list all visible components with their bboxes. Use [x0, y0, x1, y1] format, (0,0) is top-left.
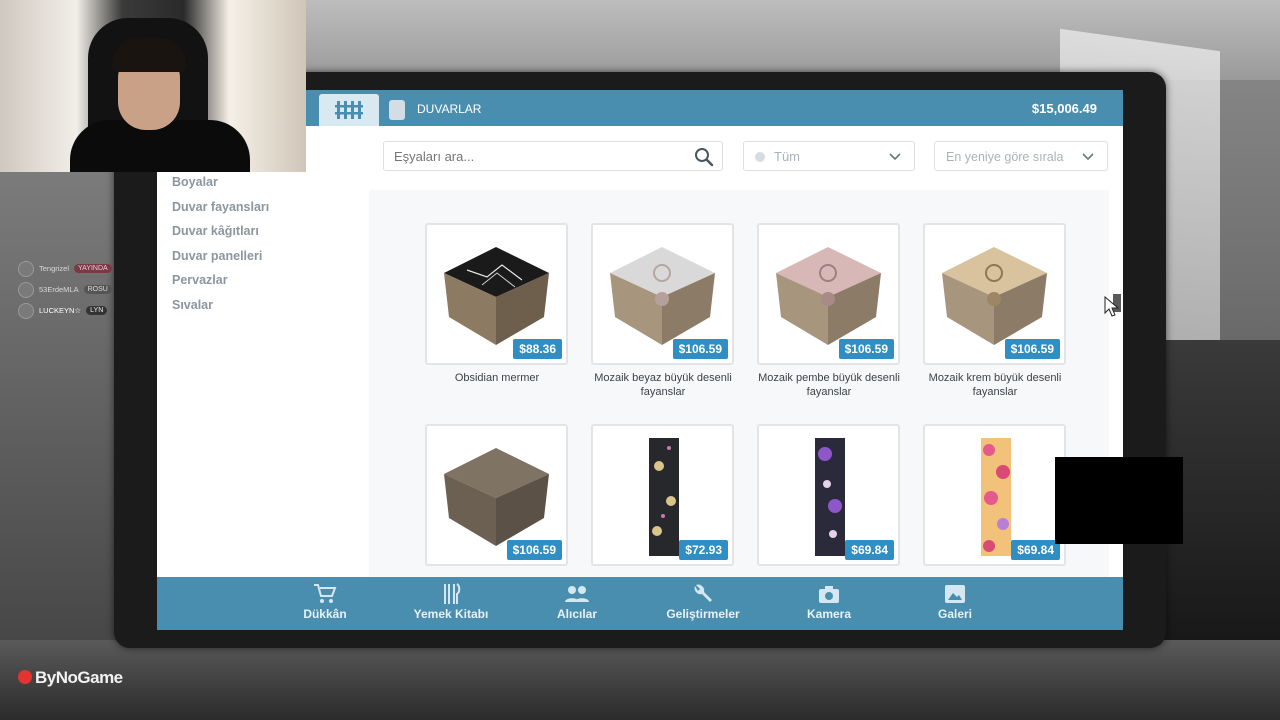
logo-text: ByNoGame — [35, 668, 123, 687]
product-name: Mozaik krem büyük desenli fayanslar — [928, 372, 1062, 398]
product-thumbnail: $106.59 — [591, 223, 734, 365]
product-card[interactable]: $106.59 Mozaik beyaz büyük desenli fayan… — [591, 223, 735, 399]
bynogame-logo-icon — [18, 670, 32, 684]
product-card[interactable]: $88.36 Obsidian mermer — [425, 223, 569, 385]
price-badge: $72.93 — [679, 540, 728, 560]
cutlery-icon — [444, 583, 461, 604]
product-card[interactable]: $106.59 Mozaik krem büyük desenli fayans… — [923, 223, 1067, 399]
chevron-down-icon — [889, 153, 901, 161]
search-box — [383, 141, 723, 171]
nav-kamera[interactable]: Kamera — [774, 583, 884, 621]
people-icon — [565, 586, 589, 602]
chat-overlay: Tengrizel YAYINDA 53ErdeMLA ROSU LUCKEYN… — [18, 258, 112, 321]
product-thumbnail: $72.93 — [591, 424, 734, 566]
nav-gelistirmeler[interactable]: Geliştirmeler — [648, 583, 758, 621]
search-input[interactable] — [394, 142, 684, 170]
chat-user: LUCKEYN☆ — [39, 306, 82, 315]
price-badge: $106.59 — [838, 339, 894, 359]
product-thumbnail: $69.84 — [757, 424, 900, 566]
product-card[interactable]: $69.84 — [923, 424, 1067, 572]
product-card[interactable]: $106.59 Mozaik pembe büyük desenli fayan… — [757, 223, 901, 399]
room-floor — [0, 640, 1280, 720]
price-badge: $88.36 — [513, 339, 562, 359]
chat-message: Tengrizel YAYINDA — [18, 258, 112, 279]
filter-value: Tüm — [774, 149, 800, 164]
overlay-black-box — [1055, 457, 1183, 544]
product-name: Obsidian mermer — [454, 372, 540, 384]
nav-label: Yemek Kitabı — [413, 607, 489, 621]
product-name: Mozaik pembe büyük desenli fayanslar — [758, 372, 900, 398]
camera-icon — [819, 586, 839, 603]
category-sidebar: Boyalar Duvar fayansları Duvar kâğıtları… — [172, 170, 269, 318]
product-thumbnail: $106.59 — [425, 424, 568, 566]
wrench-icon — [694, 584, 712, 602]
streamer-hair — [112, 38, 186, 72]
fence-category-tab[interactable] — [319, 94, 379, 126]
sidebar-item-duvar-fayanslari[interactable]: Duvar fayansları — [172, 195, 269, 220]
nav-label: Dükkân — [303, 607, 347, 621]
product-thumbnail: $106.59 — [923, 223, 1066, 365]
product-name: Mozaik beyaz büyük desenli fayanslar — [594, 372, 732, 398]
sort-dropdown[interactable]: En yeniye göre sırala — [934, 141, 1108, 171]
nav-label: Kamera — [806, 607, 852, 621]
chevron-down-icon — [1082, 153, 1094, 161]
nav-label: Geliştirmeler — [666, 607, 740, 621]
filter-dropdown[interactable]: Tüm — [743, 141, 915, 171]
mouse-cursor-icon — [1104, 296, 1120, 317]
chat-badge: YAYINDA — [74, 264, 112, 273]
price-badge: $69.84 — [1011, 540, 1060, 560]
fence-icon — [335, 101, 363, 119]
product-thumbnail: $69.84 — [923, 424, 1066, 566]
product-thumbnail: $106.59 — [757, 223, 900, 365]
price-badge: $69.84 — [845, 540, 894, 560]
avatar — [18, 281, 34, 298]
section-title: DUVARLAR — [417, 102, 482, 116]
chat-badge: LYN — [86, 306, 108, 315]
chat-badge: ROSU — [83, 285, 112, 294]
price-badge: $106.59 — [506, 540, 562, 560]
price-badge: $106.59 — [1004, 339, 1060, 359]
sidebar-item-boyalar[interactable]: Boyalar — [172, 170, 269, 195]
nav-alicilar[interactable]: Alıcılar — [522, 583, 632, 621]
product-thumbnail: $88.36 — [425, 223, 568, 365]
wall-category-icon[interactable] — [389, 100, 405, 120]
avatar — [18, 260, 34, 277]
nav-dukkan[interactable]: Dükkân — [270, 583, 380, 621]
nav-yemek-kitabi[interactable]: Yemek Kitabı — [396, 583, 506, 621]
search-icon[interactable] — [694, 147, 714, 167]
price-badge: $106.59 — [672, 339, 728, 359]
webcam-overlay — [0, 0, 306, 172]
chat-message: LUCKEYN☆ LYN — [18, 300, 112, 321]
sidebar-item-duvar-panelleri[interactable]: Duvar panelleri — [172, 244, 269, 269]
product-card[interactable]: $72.93 — [591, 424, 735, 572]
chat-message: 53ErdeMLA ROSU — [18, 279, 112, 300]
image-icon — [945, 585, 965, 603]
product-grid: $88.36 Obsidian mermer $106.59 Mozaik be… — [369, 190, 1109, 580]
sort-value: En yeniye göre sırala — [946, 150, 1064, 164]
bottom-nav: Dükkân Yemek Kitabı Alıcılar Geliştirmel… — [157, 577, 1123, 630]
nav-galeri[interactable]: Galeri — [900, 583, 1010, 621]
sidebar-item-duvar-kagitlari[interactable]: Duvar kâğıtları — [172, 219, 269, 244]
product-card[interactable]: $69.84 — [757, 424, 901, 572]
nav-label: Alıcılar — [556, 607, 598, 621]
avatar — [18, 302, 34, 319]
bynogame-logo: ByNoGame — [18, 668, 123, 688]
balance-display: $15,006.49 — [1031, 101, 1097, 116]
nav-label: Galeri — [937, 607, 973, 621]
product-card[interactable]: $106.59 — [425, 424, 569, 572]
sidebar-item-sivalar[interactable]: Sıvalar — [172, 293, 269, 318]
chat-user: Tengrizel — [39, 264, 70, 273]
chat-user: 53ErdeMLA — [39, 285, 79, 294]
sidebar-item-pervazlar[interactable]: Pervazlar — [172, 268, 269, 293]
cart-icon — [314, 584, 337, 603]
filter-color-dot — [755, 152, 765, 162]
